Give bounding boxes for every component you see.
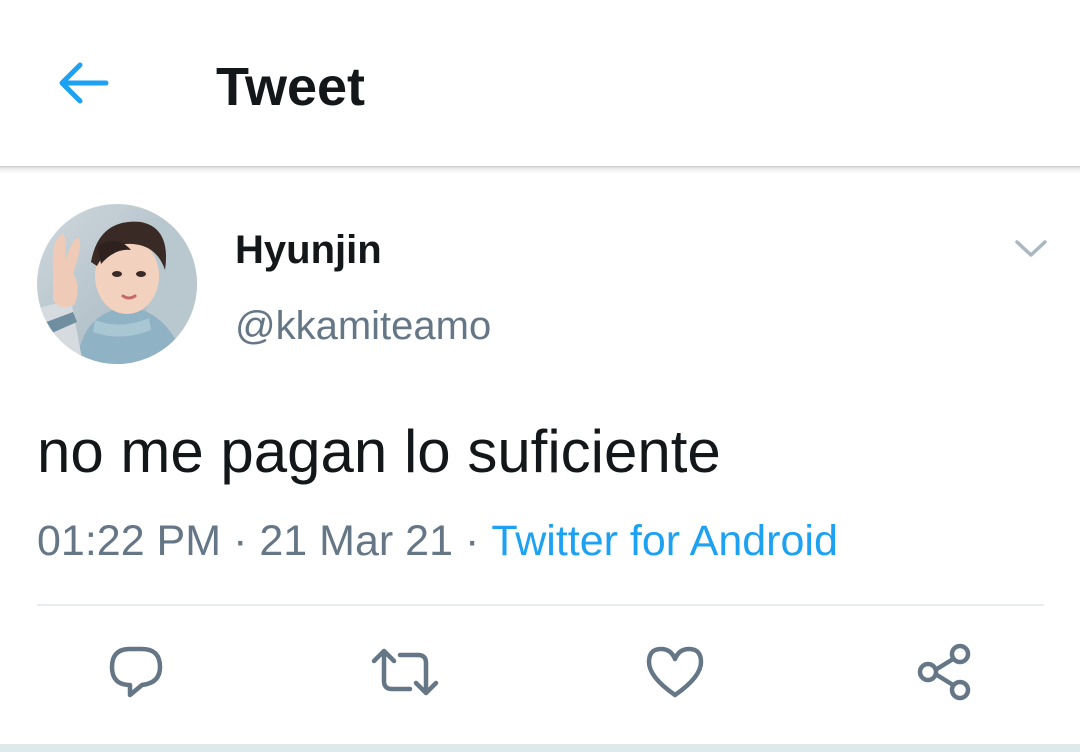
meta-separator: · xyxy=(233,517,248,565)
reply-button[interactable] xyxy=(100,638,172,710)
retweet-button[interactable] xyxy=(369,638,441,710)
page-title: Tweet xyxy=(216,57,366,117)
tweet-detail-screen: Tweet Hyunjin @kkamiteamo no me pagan lo… xyxy=(0,0,1080,752)
reply-icon xyxy=(106,643,166,706)
top-bar-shadow xyxy=(0,166,1080,174)
heart-icon xyxy=(645,645,705,704)
chevron-down-icon xyxy=(1014,239,1048,264)
tweet-options-button[interactable] xyxy=(1008,228,1054,274)
author-handle[interactable]: @kkamiteamo xyxy=(235,302,491,350)
meta-separator: · xyxy=(465,517,480,565)
like-button[interactable] xyxy=(639,638,711,710)
share-button[interactable] xyxy=(908,638,980,710)
avatar[interactable] xyxy=(37,204,197,364)
tweet-meta: 01:22 PM · 21 Mar 21 · Twitter for Android xyxy=(37,514,838,568)
actions-divider xyxy=(37,604,1044,606)
retweet-icon xyxy=(370,647,440,702)
arrow-left-icon xyxy=(56,60,110,111)
tweet-time: 01:22 PM xyxy=(37,517,222,565)
back-button[interactable] xyxy=(50,55,116,115)
top-app-bar: Tweet xyxy=(0,0,1080,168)
tweet-date: 21 Mar 21 xyxy=(259,517,453,565)
share-icon xyxy=(914,642,974,707)
tweet-text: no me pagan lo suficiente xyxy=(37,418,721,485)
author-display-name[interactable]: Hyunjin xyxy=(235,226,382,274)
tweet-source-link[interactable]: Twitter for Android xyxy=(491,517,838,565)
bottom-edge xyxy=(0,744,1080,752)
